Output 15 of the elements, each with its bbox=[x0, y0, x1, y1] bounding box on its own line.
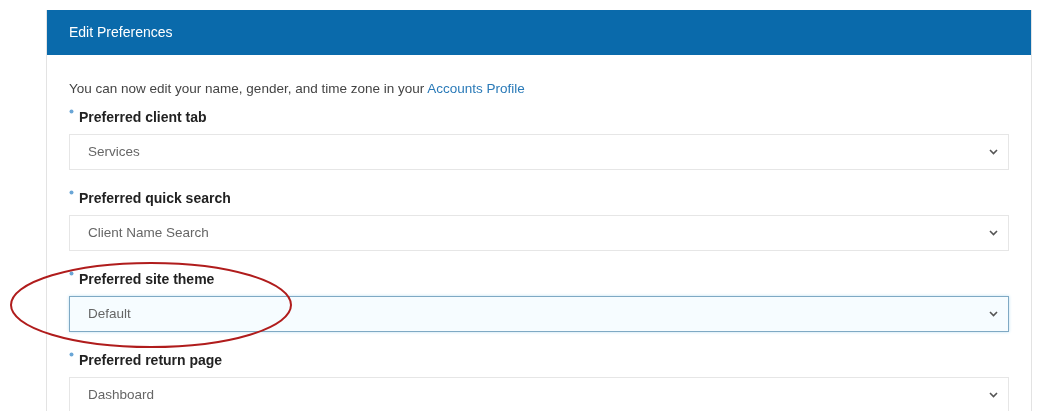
select-dropdown[interactable]: Dashboard bbox=[69, 377, 1009, 411]
field-label: Preferred return page bbox=[79, 351, 223, 371]
select-dropdown[interactable]: Client Name Search bbox=[69, 215, 1009, 252]
field-label: Preferred client tab bbox=[79, 108, 207, 128]
chevron-down-icon bbox=[989, 311, 998, 318]
accounts-profile-link[interactable]: Accounts Profile bbox=[427, 81, 525, 96]
panel-title: Edit Preferences bbox=[69, 23, 173, 42]
intro-text: You can now edit your name, gender, and time zone in your Accounts Profile bbox=[69, 80, 526, 98]
field-label: Preferred site theme bbox=[79, 270, 215, 290]
chevron-down-icon bbox=[989, 149, 998, 156]
select-dropdown[interactable]: Services bbox=[69, 134, 1009, 171]
field-label: Preferred quick search bbox=[79, 189, 231, 209]
select-dropdown[interactable]: Default bbox=[69, 296, 1009, 333]
chevron-down-icon bbox=[989, 230, 998, 237]
chevron-down-icon bbox=[989, 392, 998, 399]
